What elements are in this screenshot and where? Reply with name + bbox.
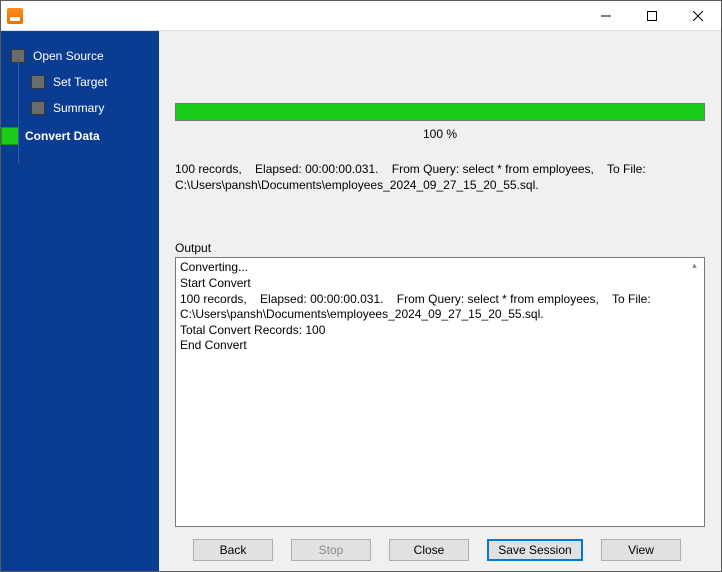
progress-percent: 100 % [175, 127, 705, 141]
minimize-button[interactable] [583, 1, 629, 30]
maximize-button[interactable] [629, 1, 675, 30]
output-text: Converting... Start Convert 100 records,… [180, 260, 654, 352]
close-button[interactable] [675, 1, 721, 30]
close-dialog-button[interactable]: Close [389, 539, 469, 561]
step-label: Open Source [33, 49, 104, 63]
main-panel: 100 % 100 records, Elapsed: 00:00:00.031… [159, 31, 721, 571]
step-open-source[interactable]: Open Source [1, 43, 159, 69]
save-session-button[interactable]: Save Session [487, 539, 583, 561]
titlebar [1, 1, 721, 31]
step-box-icon [11, 49, 25, 63]
conversion-summary: 100 records, Elapsed: 00:00:00.031. From… [175, 161, 705, 193]
app-icon [7, 8, 23, 24]
step-box-icon [1, 127, 19, 145]
stop-button: Stop [291, 539, 371, 561]
progress-bar [175, 103, 705, 121]
button-row: Back Stop Close Save Session View [175, 539, 705, 561]
step-summary[interactable]: Summary [1, 95, 159, 121]
step-label: Summary [53, 101, 104, 115]
step-label: Convert Data [25, 129, 100, 143]
scroll-up-icon[interactable]: ▴ [687, 260, 702, 275]
wizard-sidebar: Open Source Set Target Summary Convert D… [1, 31, 159, 571]
output-heading: Output [175, 241, 705, 255]
back-button[interactable]: Back [193, 539, 273, 561]
view-button[interactable]: View [601, 539, 681, 561]
step-box-icon [31, 75, 45, 89]
window-controls [583, 1, 721, 30]
output-log[interactable]: Converting... Start Convert 100 records,… [175, 257, 705, 527]
step-box-icon [31, 101, 45, 115]
step-label: Set Target [53, 75, 107, 89]
step-convert-data[interactable]: Convert Data [1, 121, 159, 151]
step-set-target[interactable]: Set Target [1, 69, 159, 95]
